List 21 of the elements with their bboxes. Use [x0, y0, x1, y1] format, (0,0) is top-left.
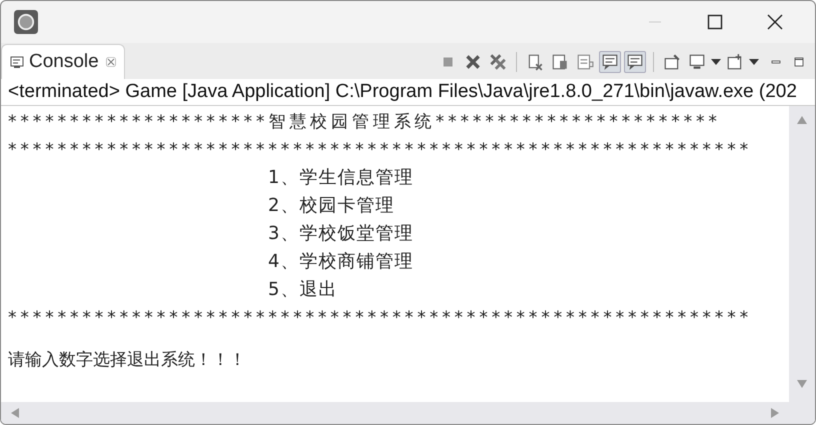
- maximize-icon[interactable]: [793, 56, 805, 68]
- console-tab[interactable]: Console: [1, 44, 125, 79]
- output-line: 1、学生信息管理: [268, 167, 414, 188]
- output-line: *********************智慧校园管理系统***********************: [8, 112, 721, 132]
- maximize-icon[interactable]: [707, 14, 723, 30]
- output-line: 4、学校商铺管理: [268, 251, 414, 272]
- caret-icon[interactable]: [749, 59, 759, 65]
- tab-label: Console: [29, 51, 99, 73]
- output-line: 2、校园卡管理: [268, 195, 394, 216]
- output-line: 请输入数字选择退出系统！！！: [8, 350, 246, 370]
- caret-icon[interactable]: [711, 59, 721, 65]
- output-line: 5、退出: [268, 279, 338, 300]
- console-icon: [10, 55, 24, 69]
- output-line: ************************************************************: [8, 140, 752, 160]
- output-line: 3、学校饭堂管理: [268, 223, 414, 244]
- process-label: <terminated> Game [Java Application] C:\Program Files\Java\jre1.8.0_271\bin\javaw.exe (202: [8, 81, 797, 103]
- output-line: ************************************************************: [8, 308, 752, 328]
- app-icon: [14, 10, 38, 34]
- show-err-icon[interactable]: [624, 51, 646, 73]
- close-icon[interactable]: [767, 14, 783, 30]
- show-out-icon[interactable]: [599, 51, 621, 73]
